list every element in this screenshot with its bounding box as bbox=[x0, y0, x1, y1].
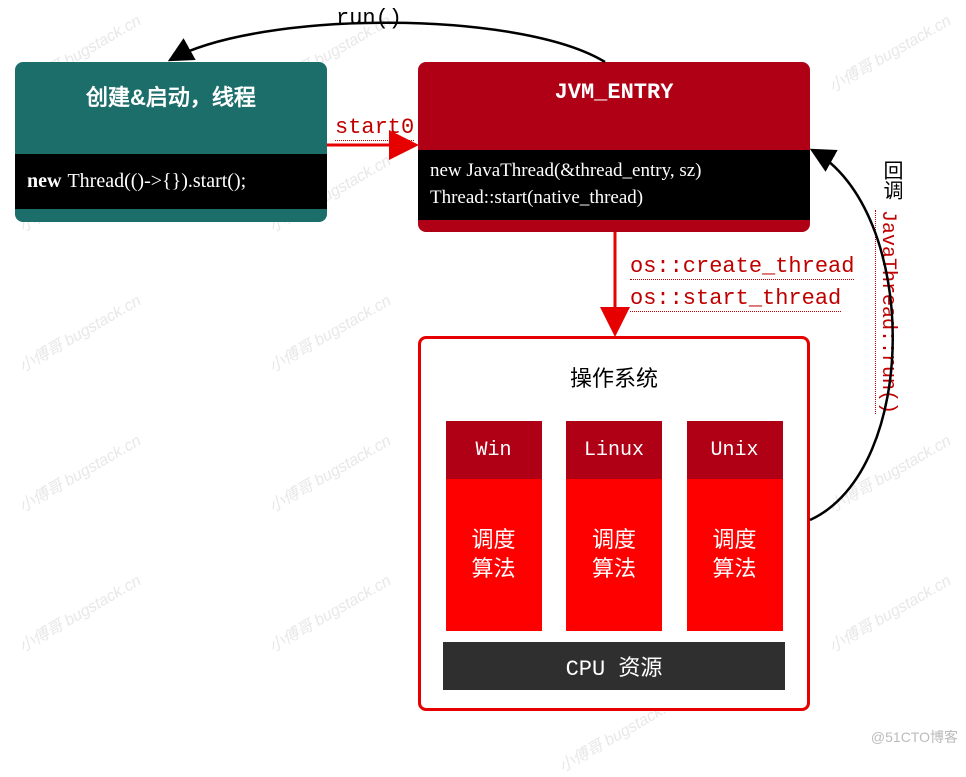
os-columns: Win 调度算法 Linux 调度算法 Unix 调度算法 bbox=[421, 421, 807, 631]
footer-credit: @51CTO博客 bbox=[871, 727, 958, 747]
os-name-unix: Unix bbox=[687, 421, 783, 479]
os-name-linux: Linux bbox=[566, 421, 662, 479]
jvm-code-line1: new JavaThread(&thread_entry, sz) bbox=[430, 158, 798, 185]
java-code-text: Thread(()->{}).start(); bbox=[67, 170, 246, 193]
os-title: 操作系统 bbox=[421, 339, 807, 393]
label-start0: start0 bbox=[335, 115, 414, 141]
os-col-unix: Unix 调度算法 bbox=[687, 421, 783, 631]
cpu-resource: CPU 资源 bbox=[443, 642, 785, 690]
java-box-title: 创建&启动，线程 bbox=[15, 62, 327, 112]
watermark: 小傅哥 bugstack.cn bbox=[263, 287, 394, 377]
os-col-win: Win 调度算法 bbox=[446, 421, 542, 631]
os-name-win: Win bbox=[446, 421, 542, 479]
watermark: 小傅哥 bugstack.cn bbox=[263, 427, 394, 517]
os-box: 操作系统 Win 调度算法 Linux 调度算法 Unix 调度算法 CPU 资… bbox=[418, 336, 810, 711]
jvm-entry-box: JVM_ENTRY new JavaThread(&thread_entry, … bbox=[418, 62, 810, 232]
watermark: 小傅哥 bugstack.cn bbox=[823, 427, 954, 517]
watermark: 小傅哥 bugstack.cn bbox=[13, 287, 144, 377]
watermark: 小傅哥 bugstack.cn bbox=[823, 567, 954, 657]
os-col-linux: Linux 调度算法 bbox=[566, 421, 662, 631]
label-run: run() bbox=[336, 6, 402, 31]
keyword-new: new bbox=[27, 170, 61, 193]
jvm-box-title: JVM_ENTRY bbox=[418, 62, 810, 105]
java-thread-box: 创建&启动，线程 new Thread(()->{}).start(); bbox=[15, 62, 327, 222]
java-box-code: new Thread(()->{}).start(); bbox=[15, 154, 327, 209]
sched-linux: 调度算法 bbox=[566, 479, 662, 631]
sched-win: 调度算法 bbox=[446, 479, 542, 631]
watermark: 小傅哥 bugstack.cn bbox=[263, 567, 394, 657]
watermark: 小傅哥 bugstack.cn bbox=[823, 7, 954, 97]
label-create-thread: os::create_thread bbox=[630, 254, 854, 280]
jvm-code-line2: Thread::start(native_thread) bbox=[430, 185, 798, 212]
jvm-box-code: new JavaThread(&thread_entry, sz) Thread… bbox=[418, 150, 810, 220]
watermark: 小傅哥 bugstack.cn bbox=[13, 567, 144, 657]
watermark: 小傅哥 bugstack.cn bbox=[13, 427, 144, 517]
label-start-thread: os::start_thread bbox=[630, 286, 841, 312]
label-callback: 回调 bbox=[875, 160, 904, 200]
sched-unix: 调度算法 bbox=[687, 479, 783, 631]
label-javathread-run: JavaThread::run() bbox=[875, 210, 899, 414]
